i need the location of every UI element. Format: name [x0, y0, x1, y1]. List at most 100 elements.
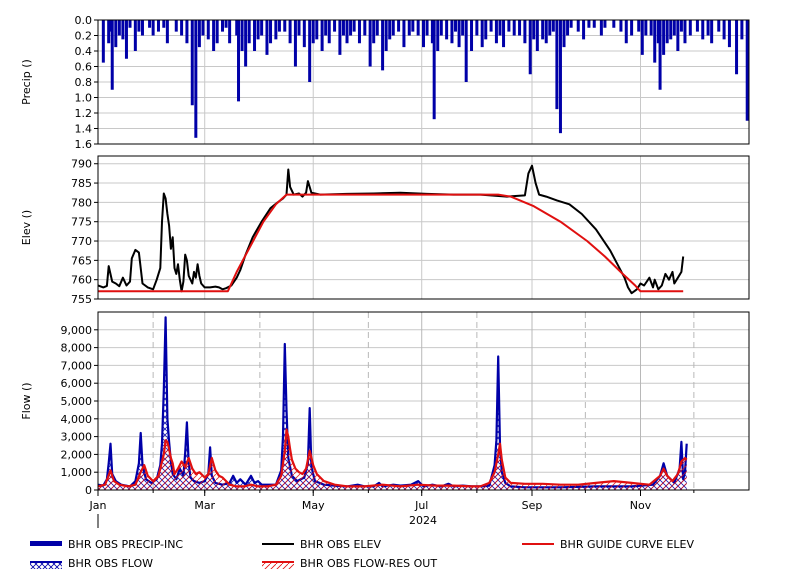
precip-bar	[260, 20, 264, 36]
precip-bar	[637, 20, 641, 32]
precip-bar	[644, 20, 648, 36]
precip-bar	[228, 20, 232, 44]
precip-bar	[124, 20, 128, 59]
legend-label: BHR OBS FLOW	[68, 557, 153, 570]
y-tick-label: 4,000	[61, 413, 93, 426]
precip-bar	[436, 20, 440, 51]
precip-bar	[672, 20, 676, 36]
precip-bar	[253, 20, 257, 51]
precip-bar	[658, 20, 662, 90]
precip-bar	[174, 20, 178, 32]
x-tick-label: Jul	[414, 499, 428, 512]
precip-bar	[333, 20, 337, 32]
precip-bar	[619, 20, 623, 32]
precip-bar	[450, 20, 454, 44]
y-tick-label: 5,000	[61, 395, 93, 408]
y-axis-label: Precip ()	[20, 59, 33, 105]
y-tick-label: 785	[71, 177, 92, 190]
precip-bar	[548, 20, 552, 36]
precip-bar	[397, 20, 401, 32]
y-tick-label: 760	[71, 274, 92, 287]
precip-bar	[201, 20, 205, 36]
precip-bar	[137, 20, 141, 32]
x-tick-label: May	[302, 499, 325, 512]
precip-bar	[237, 20, 241, 102]
y-tick-label: 7,000	[61, 359, 93, 372]
legend-label: BHR GUIDE CURVE ELEV	[560, 538, 694, 551]
precip-panel: 0.0 0.2 0.4 0.6 0.8 1.0 1.2 1.4 1.6 Precip ()	[20, 14, 750, 151]
precip-bar	[185, 20, 189, 44]
y-tick-label: 775	[71, 216, 92, 229]
precip-bar	[454, 20, 458, 32]
y-tick-label: 1.4	[75, 123, 93, 136]
precip-bar	[475, 20, 479, 36]
precip-bar	[341, 20, 345, 36]
legend-swatch	[30, 562, 62, 569]
precip-bar	[422, 20, 425, 48]
precip-bar	[162, 20, 166, 28]
precip-bar	[464, 20, 468, 82]
precip-bar	[512, 20, 516, 36]
precip-bar	[156, 20, 160, 32]
precip-bar	[480, 20, 484, 48]
precip-bar	[484, 20, 488, 40]
precip-bar	[114, 20, 118, 48]
precip-bar	[555, 20, 559, 110]
plot-area	[101, 20, 749, 138]
y-tick-label: 755	[71, 293, 92, 306]
precip-bar	[535, 20, 539, 51]
precip-bar	[653, 20, 657, 63]
precip-bar	[357, 20, 361, 44]
precip-bar	[297, 20, 301, 36]
precip-bar	[368, 20, 372, 67]
precip-bar	[701, 20, 705, 40]
precip-bar	[407, 20, 411, 36]
precip-bar	[402, 20, 406, 48]
precip-bar	[676, 20, 680, 51]
precip-bar	[518, 20, 522, 36]
precip-bar	[345, 20, 349, 44]
precip-bar	[311, 20, 315, 44]
y-tick-label: 2,000	[61, 448, 93, 461]
precip-bar	[416, 20, 420, 36]
precip-bar	[277, 20, 281, 32]
y-tick-label: 0.0	[75, 14, 93, 27]
precip-bar	[592, 20, 596, 28]
precip-bar	[221, 20, 225, 32]
precip-bar	[470, 20, 474, 51]
precip-bar	[532, 20, 536, 40]
precip-bar	[576, 20, 580, 32]
legend: BHR OBS PRECIP-INC BHR OBS ELEV BHR GUIDE …	[30, 538, 694, 570]
precip-bar	[489, 20, 493, 32]
precip-bar	[630, 20, 634, 36]
precip-bar	[244, 20, 248, 67]
precip-bar	[640, 20, 644, 55]
precip-bar	[327, 20, 331, 44]
precip-bar	[324, 20, 328, 36]
flow-panel: 0 1,000 2,000 3,000 4,000 5,000 6,000 7,000 8,00…	[20, 311, 750, 497]
precip-bar	[101, 20, 105, 63]
year-label: 2024	[409, 514, 437, 527]
y-tick-label: 9,000	[61, 324, 93, 337]
precip-bar	[669, 20, 673, 40]
precip-bar	[551, 20, 555, 32]
precip-bar	[197, 20, 201, 48]
y-tick-label: 6,000	[61, 377, 93, 390]
precip-bar	[461, 20, 465, 36]
precip-bar	[603, 20, 607, 28]
precip-bar	[624, 20, 628, 44]
precip-bar	[710, 20, 714, 44]
precip-bar	[121, 20, 125, 40]
y-axis-label: Flow ()	[20, 382, 33, 419]
precip-bar	[544, 20, 548, 44]
x-tick-label: Sep	[522, 499, 543, 512]
precip-bar	[662, 20, 666, 55]
y-tick-label: 3,000	[61, 431, 93, 444]
precip-bar	[288, 20, 292, 44]
precip-bar	[425, 20, 429, 36]
precip-bar	[507, 20, 511, 32]
y-tick-label: 0.4	[75, 45, 93, 58]
y-tick-label: 0	[85, 484, 92, 497]
precip-bar	[722, 20, 726, 40]
precip-bar	[315, 20, 319, 40]
